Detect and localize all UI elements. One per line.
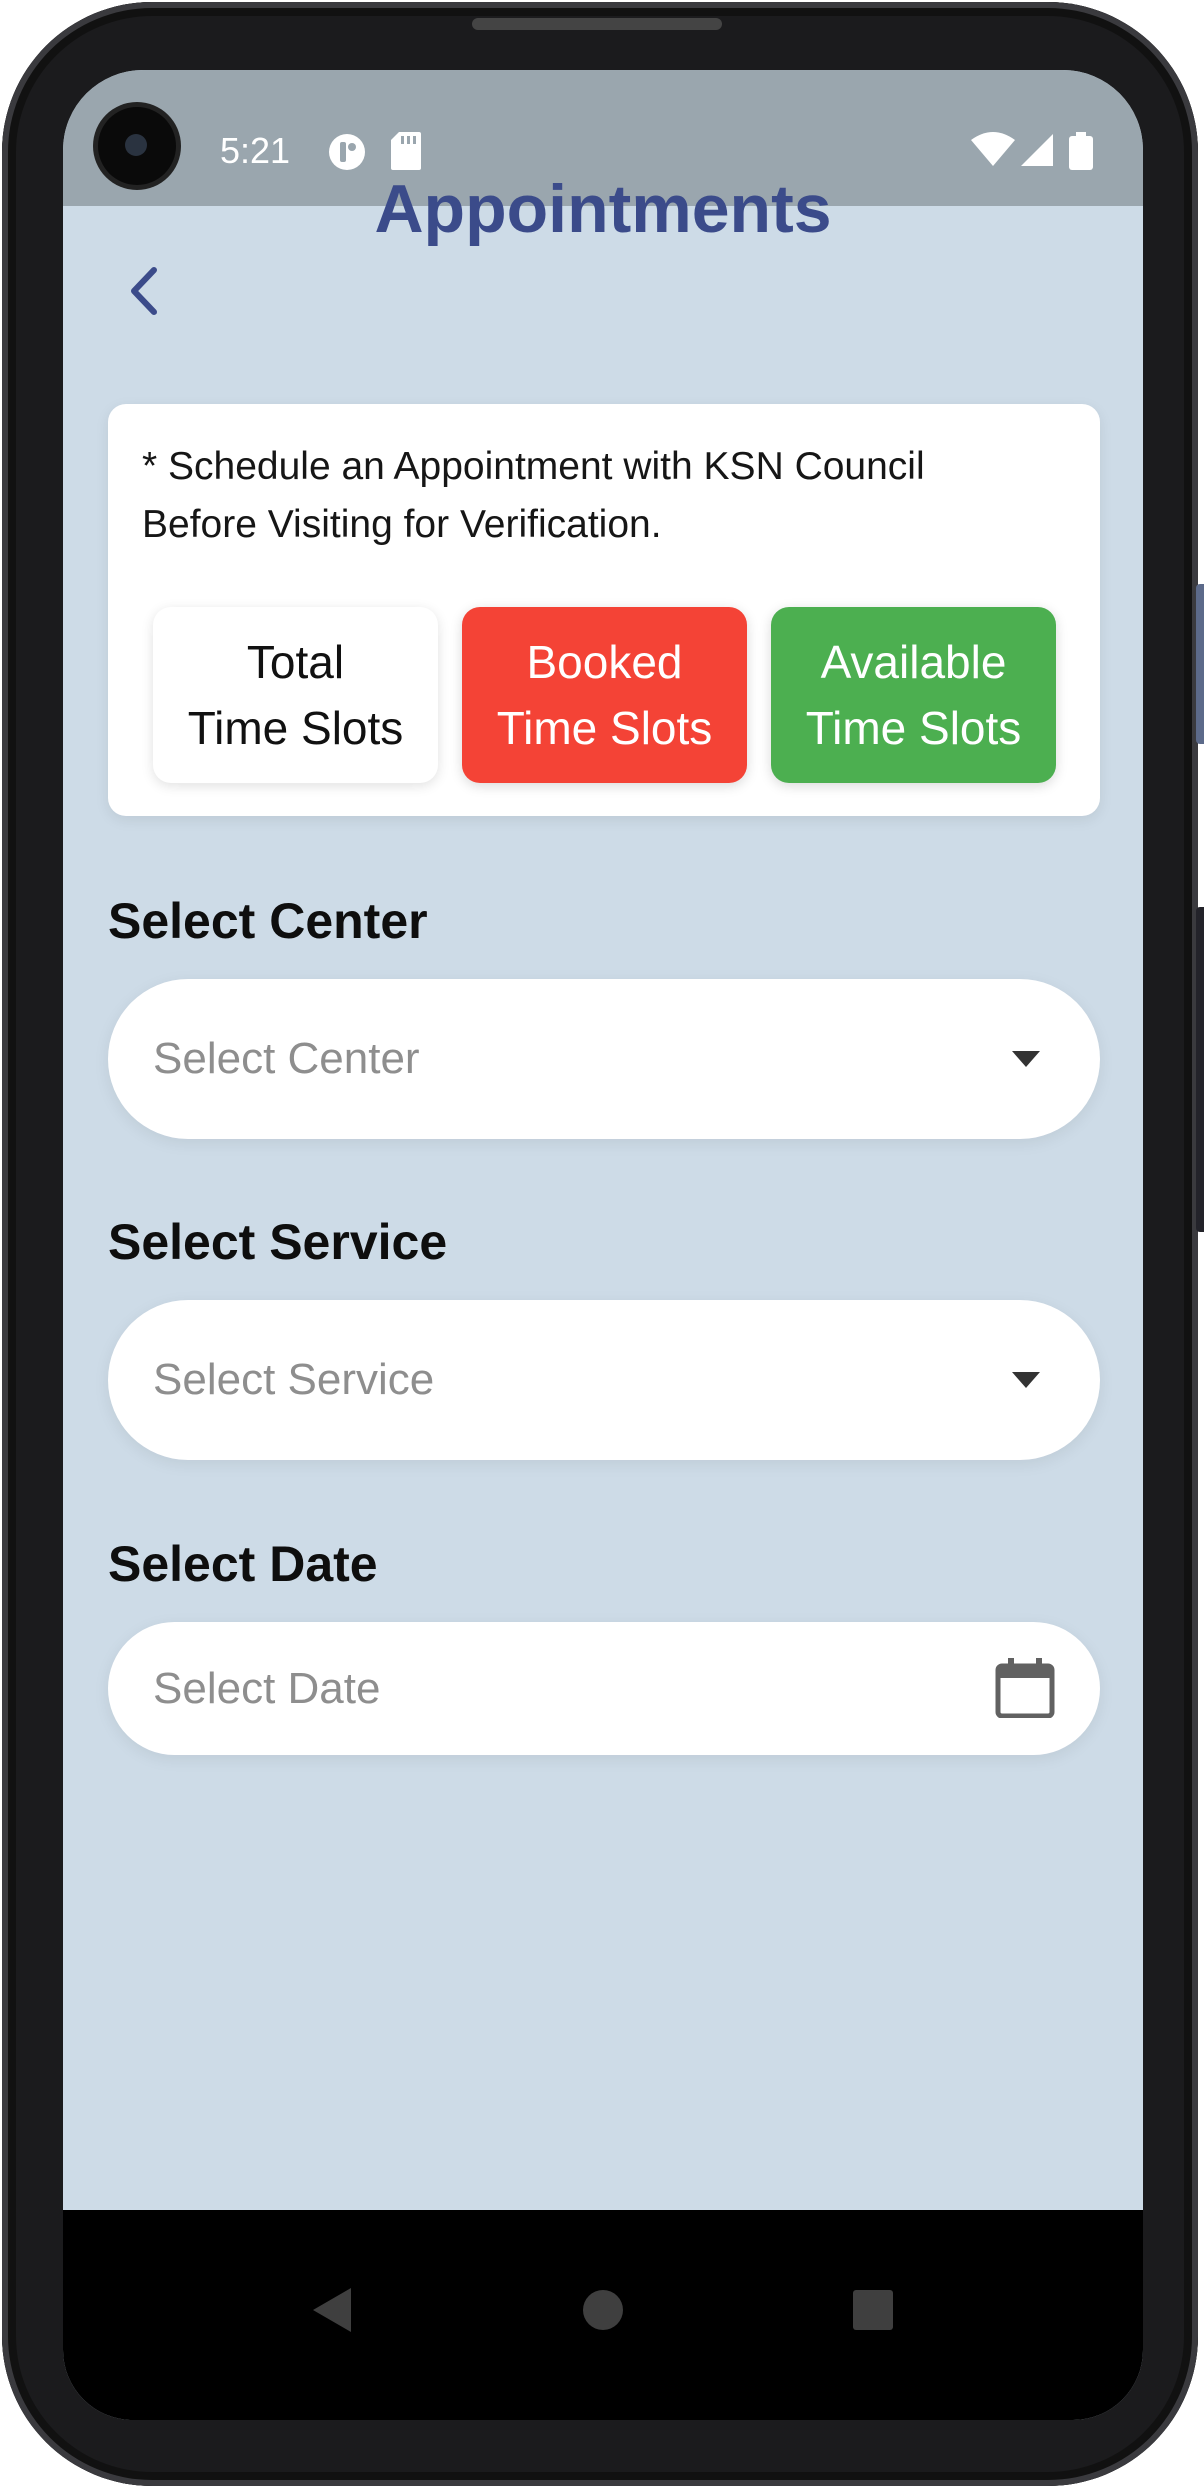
back-triangle-icon[interactable] xyxy=(293,2270,373,2350)
power-button xyxy=(1196,907,1204,1232)
dropdown-arrow-icon xyxy=(1012,1051,1040,1067)
page-title: Appointments xyxy=(374,171,832,247)
legend-booked-line2: Time Slots xyxy=(496,702,713,754)
app-notification-icon xyxy=(329,134,365,170)
legend-available-slots: Available Time Slots xyxy=(771,607,1056,783)
date-label: Select Date xyxy=(108,1536,378,1592)
system-nav-bar xyxy=(63,2210,1143,2420)
battery-icon xyxy=(1069,132,1093,170)
appointment-notice: * Schedule an Appointment with KSN Counc… xyxy=(142,445,925,546)
legend-available-line1: Available xyxy=(820,636,1007,688)
legend-available-line2: Time Slots xyxy=(805,702,1022,754)
service-placeholder: Select Service xyxy=(153,1355,435,1404)
earpiece-speaker xyxy=(472,18,722,30)
sd-card-icon xyxy=(391,132,421,170)
chevron-left-icon xyxy=(131,267,157,315)
legend-total-line2: Time Slots xyxy=(187,702,404,754)
phone-frame: 5:21 Appointments * Schedule an Appointm… xyxy=(2,2,1204,2486)
legend-booked-line1: Booked xyxy=(526,636,683,688)
recents-square-icon[interactable] xyxy=(833,2270,913,2350)
legend-booked-slots: Booked Time Slots xyxy=(462,607,747,783)
home-circle-icon[interactable] xyxy=(563,2270,643,2350)
service-label: Select Service xyxy=(108,1214,448,1270)
signal-icon xyxy=(1021,134,1053,166)
info-card: * Schedule an Appointment with KSN Counc… xyxy=(108,404,1100,816)
center-dropdown[interactable]: Select Center xyxy=(108,979,1100,1139)
calendar-icon[interactable] xyxy=(995,1658,1055,1718)
slot-legend: Total Time Slots Booked Time Slots Avail… xyxy=(153,607,1056,783)
center-label: Select Center xyxy=(108,893,428,949)
legend-total-line1: Total xyxy=(246,636,345,688)
service-dropdown[interactable]: Select Service xyxy=(108,1300,1100,1460)
date-picker-field[interactable]: Select Date xyxy=(108,1622,1100,1755)
wifi-icon xyxy=(971,132,1015,166)
back-button[interactable] xyxy=(113,261,173,321)
volume-button xyxy=(1196,584,1204,744)
center-placeholder: Select Center xyxy=(153,1034,420,1083)
status-time: 5:21 xyxy=(220,130,291,171)
dropdown-arrow-icon xyxy=(1012,1372,1040,1388)
app-screen: 5:21 Appointments * Schedule an Appointm… xyxy=(63,70,1143,2420)
legend-total-slots: Total Time Slots xyxy=(153,607,438,783)
date-placeholder: Select Date xyxy=(153,1664,381,1713)
